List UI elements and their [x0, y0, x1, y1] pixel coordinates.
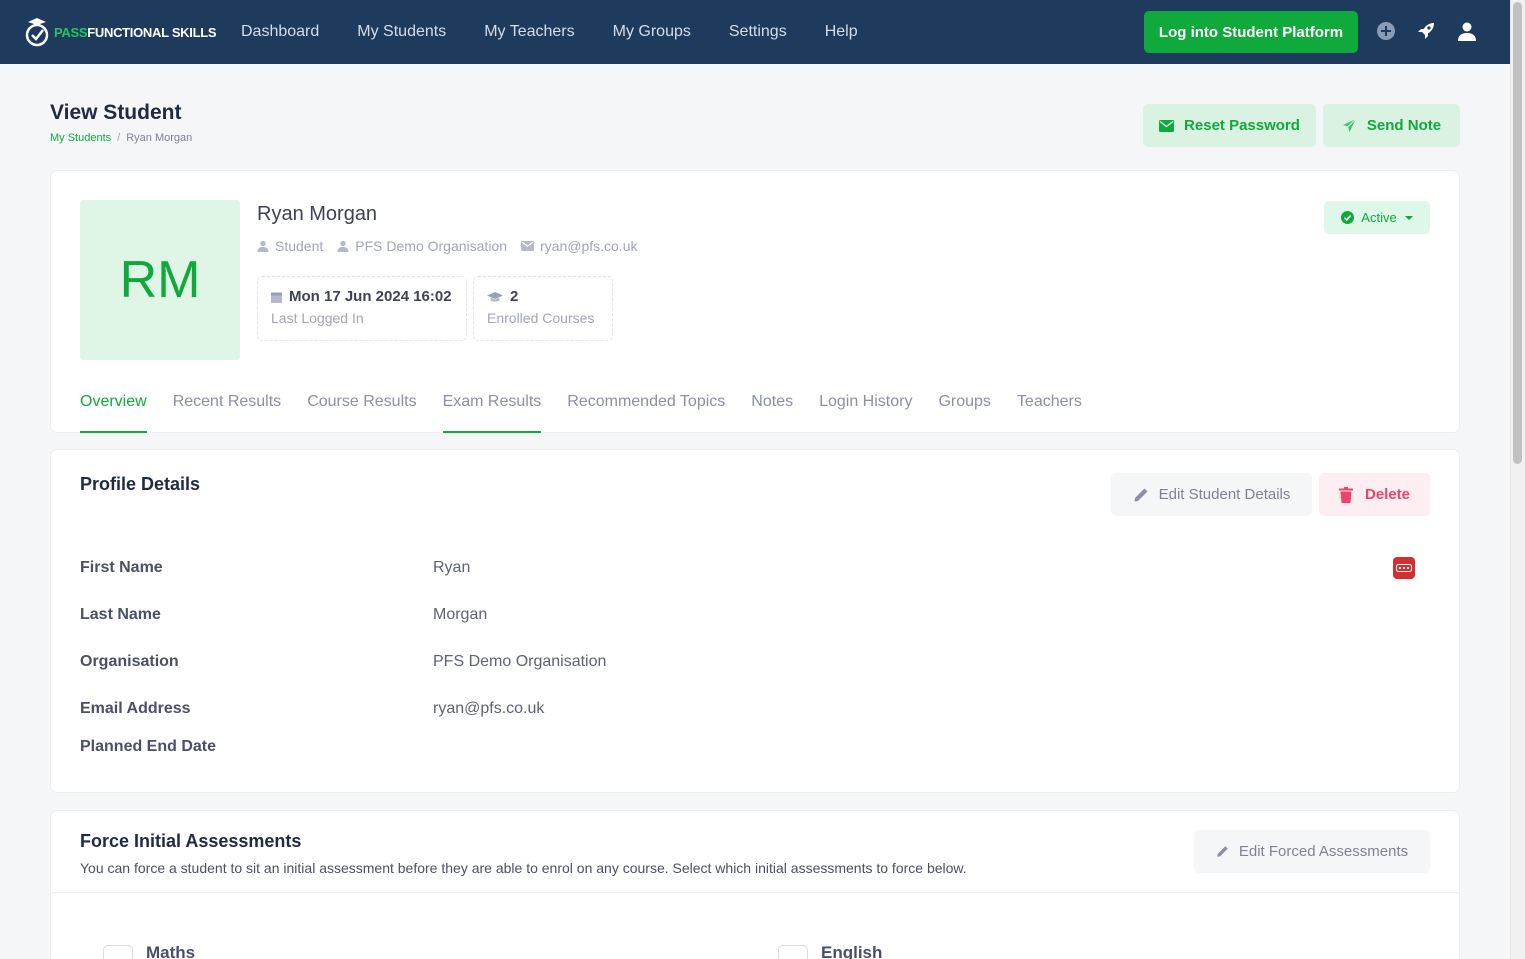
- last-logged-in-stat: Mon 17 Jun 2024 16:02 Last Logged In: [257, 276, 467, 341]
- last-name-value: Morgan: [433, 606, 488, 623]
- tab-login-history[interactable]: Login History: [819, 389, 912, 433]
- plus-circle-icon[interactable]: [1375, 20, 1397, 42]
- enrolled-courses-value: 2: [510, 288, 519, 305]
- card-divider: [51, 892, 1459, 893]
- force-assessments-card: Force Initial Assessments You can force …: [51, 811, 1459, 959]
- student-name: Ryan Morgan: [257, 203, 378, 225]
- tab-teachers[interactable]: Teachers: [1017, 389, 1082, 433]
- meta-role-label: Student: [275, 238, 324, 254]
- reset-password-button[interactable]: Reset Password: [1143, 104, 1316, 147]
- send-note-label: Send Note: [1366, 117, 1442, 134]
- english-label: English: [821, 943, 883, 959]
- nav-my-teachers[interactable]: My Teachers: [484, 23, 574, 41]
- meta-organisation-label: PFS Demo Organisation: [355, 238, 507, 254]
- dots-icon: [1396, 564, 1412, 572]
- force-assessments-description: You can force a student to sit an initia…: [80, 860, 967, 876]
- top-navbar: PASSFUNCTIONAL SKILLS Dashboard My Stude…: [0, 0, 1510, 64]
- student-tabs: Overview Recent Results Course Results E…: [80, 389, 1108, 433]
- meta-email-label: ryan@pfs.co.uk: [540, 238, 638, 254]
- send-note-button[interactable]: Send Note: [1323, 104, 1460, 147]
- planned-end-date-label: Planned End Date: [80, 738, 217, 755]
- student-meta: Student PFS Demo Organisation ryan@pfs.c…: [257, 238, 651, 254]
- breadcrumb-my-students[interactable]: My Students: [50, 132, 111, 144]
- person-icon: [337, 240, 349, 252]
- tab-overview[interactable]: Overview: [80, 389, 147, 433]
- meta-email: ryan@pfs.co.uk: [521, 238, 637, 254]
- last-logged-in-label: Last Logged In: [271, 310, 364, 326]
- maths-checkbox[interactable]: [103, 945, 133, 959]
- status-dropdown[interactable]: Active: [1324, 201, 1430, 234]
- first-name-label: First Name: [80, 559, 163, 576]
- enrolled-courses-row: 2: [487, 288, 599, 305]
- brand-rest: FUNCTIONAL SKILLS: [87, 24, 217, 40]
- english-checkbox[interactable]: [778, 945, 808, 959]
- breadcrumb-current: Ryan Morgan: [126, 132, 193, 144]
- maths-label: Maths: [146, 943, 196, 959]
- enrolled-courses-stat: 2 Enrolled Courses: [473, 276, 613, 341]
- password-manager-icon[interactable]: [1393, 557, 1415, 579]
- brand-pass: PASS: [54, 24, 88, 40]
- organisation-label: Organisation: [80, 653, 179, 670]
- last-name-label: Last Name: [80, 606, 161, 623]
- envelope-icon: [521, 241, 534, 251]
- reset-password-label: Reset Password: [1184, 117, 1300, 134]
- main-nav: Dashboard My Students My Teachers My Gro…: [241, 0, 896, 64]
- email-address-value: ryan@pfs.co.uk: [433, 700, 545, 717]
- graduation-cap-icon: [487, 291, 503, 302]
- edit-student-details-label: Edit Student Details: [1158, 486, 1291, 503]
- profile-details-card: Profile Details Edit Student Details Del…: [51, 450, 1459, 792]
- enrolled-courses-label: Enrolled Courses: [487, 310, 595, 326]
- rocket-icon[interactable]: [1415, 20, 1437, 42]
- tab-groups[interactable]: Groups: [938, 389, 990, 433]
- nav-settings[interactable]: Settings: [729, 23, 787, 41]
- tab-notes[interactable]: Notes: [751, 389, 793, 433]
- calendar-icon: [271, 292, 282, 303]
- meta-organisation: PFS Demo Organisation: [337, 238, 507, 254]
- edit-forced-assessments-button[interactable]: Edit Forced Assessments: [1194, 830, 1430, 873]
- chevron-down-icon: [1404, 215, 1413, 220]
- force-assessments-title: Force Initial Assessments: [80, 831, 302, 851]
- nav-my-groups[interactable]: My Groups: [613, 23, 691, 41]
- pencil-icon: [1217, 846, 1228, 857]
- scrollbar-thumb[interactable]: [1513, 2, 1522, 464]
- paper-plane-icon: [1342, 118, 1357, 132]
- tab-recent-results[interactable]: Recent Results: [173, 389, 282, 433]
- brand-name: PASSFUNCTIONAL SKILLS: [54, 24, 217, 40]
- edit-forced-assessments-label: Edit Forced Assessments: [1238, 843, 1409, 860]
- nav-help[interactable]: Help: [825, 23, 858, 41]
- page-title: View Student: [50, 101, 182, 124]
- nav-my-students[interactable]: My Students: [357, 23, 446, 41]
- tab-course-results[interactable]: Course Results: [307, 389, 416, 433]
- edit-student-details-button[interactable]: Edit Student Details: [1111, 473, 1312, 516]
- person-icon: [257, 240, 269, 252]
- envelope-icon: [1159, 119, 1175, 132]
- brand-logo[interactable]: PASSFUNCTIONAL SKILLS: [24, 16, 217, 48]
- tab-recommended-topics[interactable]: Recommended Topics: [567, 389, 725, 433]
- status-label: Active: [1361, 210, 1397, 225]
- breadcrumb: My Students / Ryan Morgan: [50, 132, 192, 144]
- meta-role: Student: [257, 238, 323, 254]
- last-logged-in-row: Mon 17 Jun 2024 16:02: [271, 288, 453, 305]
- trash-icon: [1338, 486, 1353, 503]
- breadcrumb-separator: /: [117, 132, 121, 144]
- tab-exam-results[interactable]: Exam Results: [442, 389, 541, 433]
- organisation-value: PFS Demo Organisation: [433, 653, 607, 670]
- shield-check-icon: [25, 18, 49, 47]
- delete-label: Delete: [1364, 486, 1411, 503]
- delete-button[interactable]: Delete: [1319, 473, 1430, 516]
- nav-dashboard[interactable]: Dashboard: [241, 23, 319, 41]
- student-summary-card: RM Ryan Morgan Student PFS Demo Organisa…: [51, 171, 1459, 433]
- pencil-icon: [1134, 488, 1148, 501]
- user-icon[interactable]: [1456, 20, 1478, 42]
- email-address-label: Email Address: [80, 700, 191, 717]
- profile-details-title: Profile Details: [80, 474, 201, 494]
- last-logged-in-value: Mon 17 Jun 2024 16:02: [289, 288, 452, 305]
- first-name-value: Ryan: [433, 559, 471, 576]
- log-into-student-platform-button[interactable]: Log into Student Platform: [1144, 11, 1358, 53]
- check-circle-icon: [1341, 211, 1355, 224]
- avatar: RM: [80, 200, 240, 360]
